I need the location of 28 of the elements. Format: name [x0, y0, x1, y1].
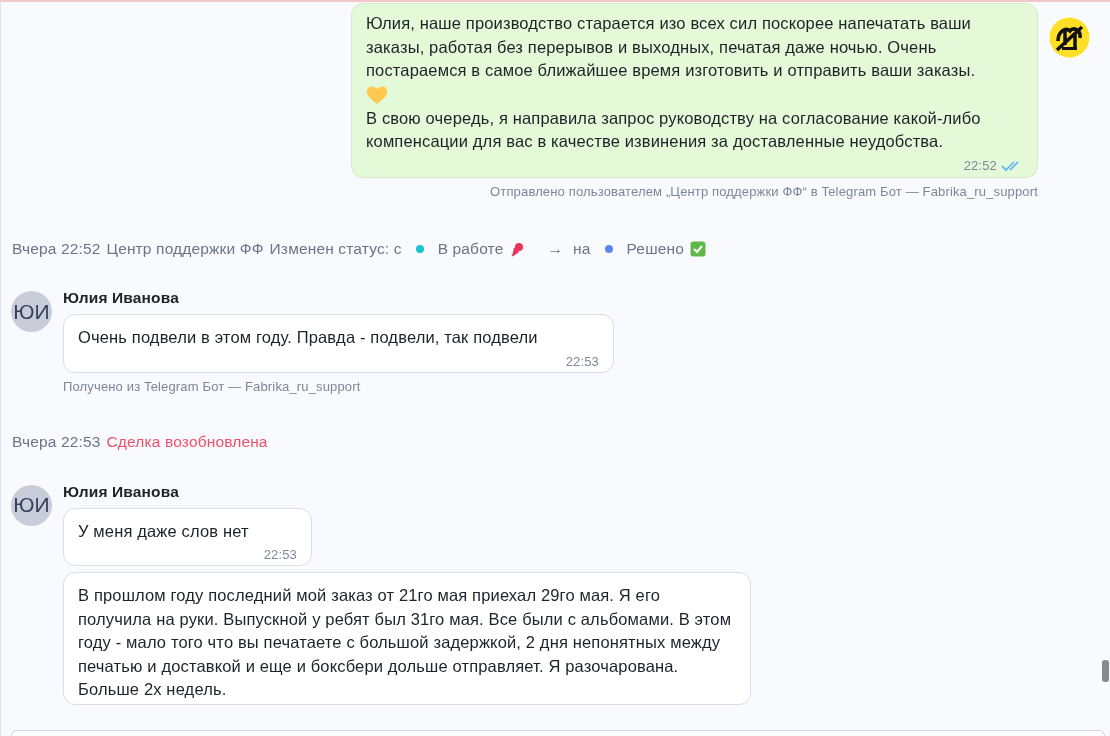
author-name: Юлия Иванова: [63, 288, 179, 309]
status-name: Решено: [626, 239, 684, 259]
message-time: 22:53: [262, 547, 297, 563]
message-time: 22:53: [564, 353, 599, 370]
event-author: Центр поддержки ФФ: [106, 239, 264, 259]
event-label: на: [573, 239, 591, 259]
message-time: 22:52: [963, 157, 997, 174]
status-name: В работе: [437, 239, 504, 259]
checkmark-icon: [690, 240, 706, 257]
scrollbar-thumb[interactable]: [1102, 660, 1109, 682]
message-text: Юлия, наше производство старается изо всех сил поскорее напечатать ваши заказы, работая без перерывов и выходных, печатая даже ночью. Очень постараемся в самое ближайшее время изготовить и отправить ваши заказы.: [366, 13, 977, 81]
message-caption: Отправлено пользователем „Центр поддержки ФФ“ в Telegram Бот — Fabrika_ru_support: [490, 182, 1038, 201]
pin-icon: [509, 240, 526, 257]
event-time: Вчера 22:53: [12, 432, 101, 453]
avatar-icon: [1049, 17, 1090, 58]
avatar: ЮИ: [11, 291, 52, 333]
message-text: В прошлом году последний мой заказ от 21го мая приехал 29го мая. Я его получила на руки. Выпускной у ребят был 31го мая. Все были с альбомами. В этом году - мало того что вы печатаете с большой задержкой, 2 дня непонятных между печатью и доставкой и еще и боксбери дольше отправляет. Я разочарована. Больше 2х недель.: [78, 585, 733, 700]
arrow-icon: →: [547, 237, 564, 261]
message-input-field[interactable]: [11, 730, 1105, 736]
event-time: Вчера 22:52: [12, 239, 101, 259]
event-text: Сделка возобновлена: [106, 432, 268, 453]
message-text: В свою очередь, я направила запрос руководству на согласование какой-либо компенсации для вас в качестве извинения за доставленные неудобства.: [366, 107, 982, 152]
message-caption: Получено из Telegram Бот — Fabrika_ru_support: [63, 377, 361, 396]
author-name: Юлия Иванова: [63, 481, 179, 502]
message-text: У меня даже слов нет: [78, 520, 250, 542]
event-label: Изменен статус: с: [269, 239, 402, 259]
avatar: ЮИ: [11, 484, 52, 526]
message-text: Очень подвели в этом году. Правда - подвели, так подвели: [78, 327, 539, 349]
